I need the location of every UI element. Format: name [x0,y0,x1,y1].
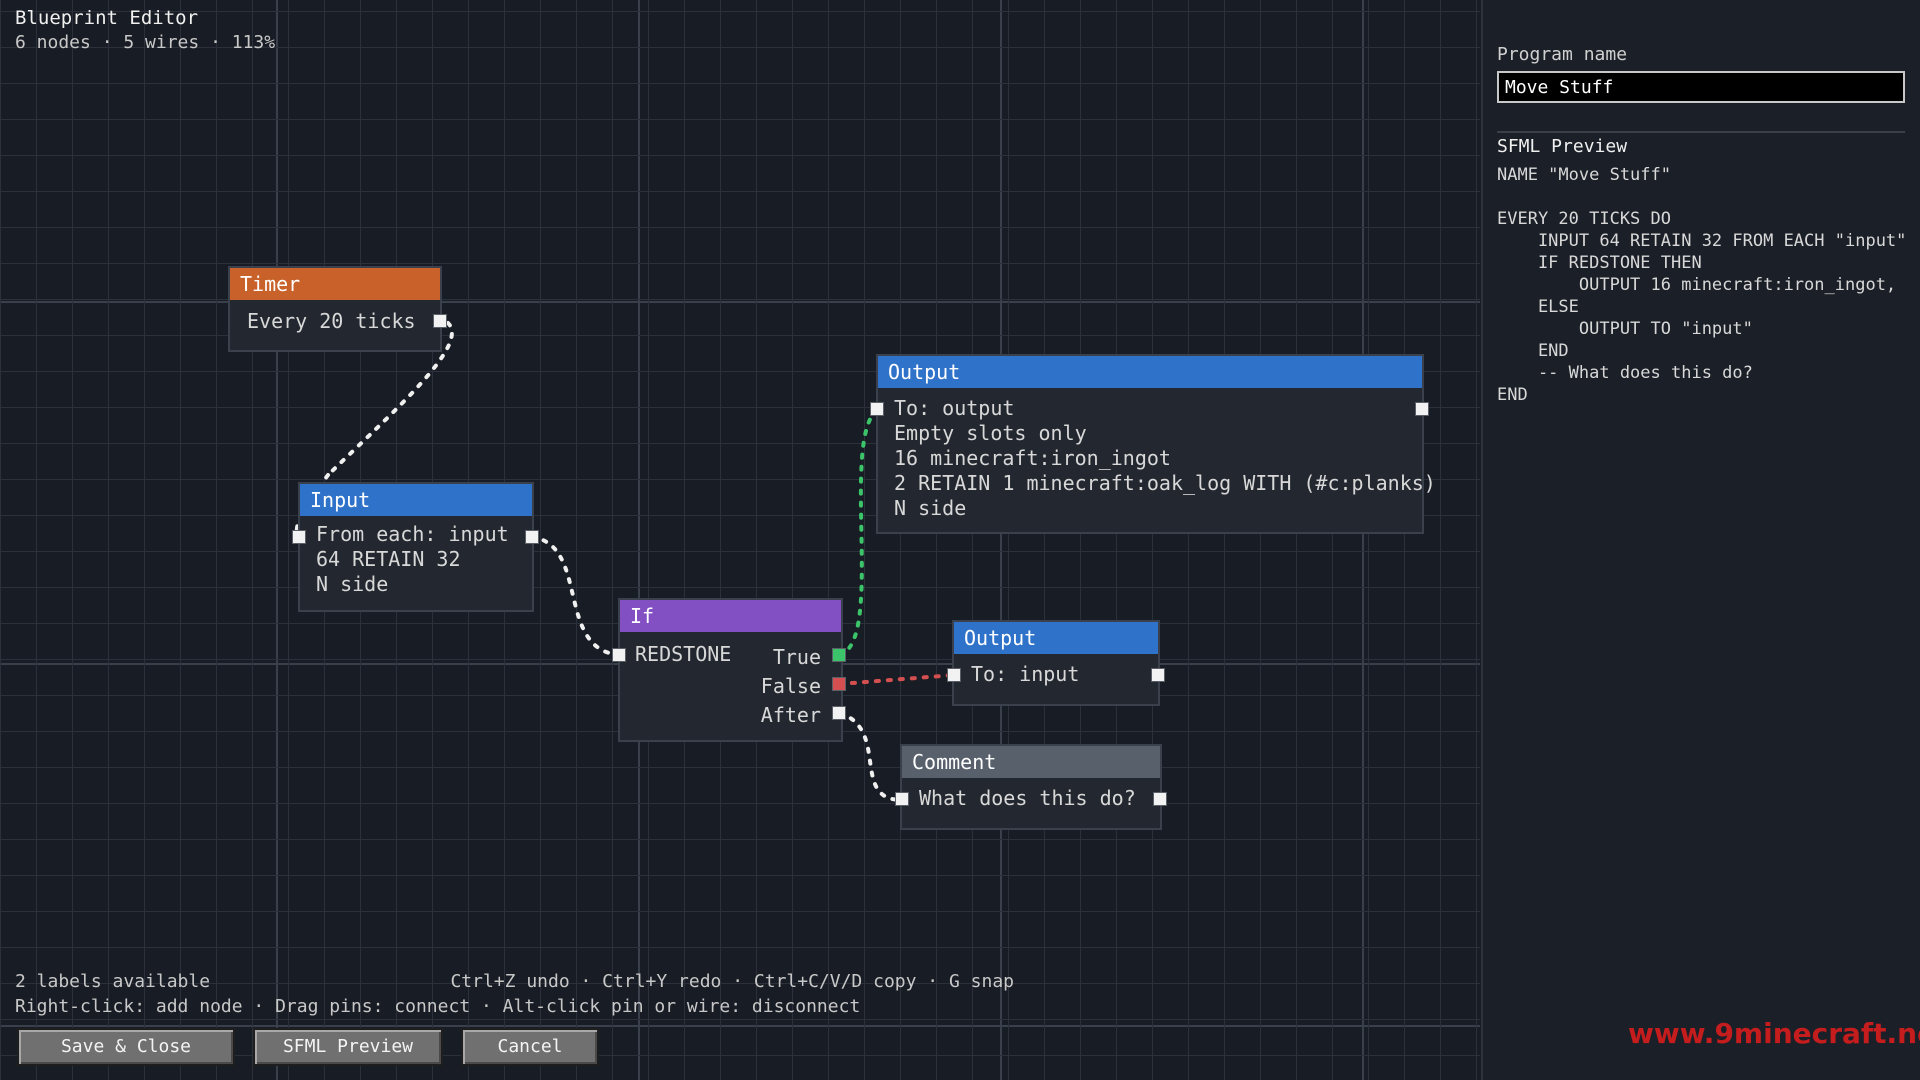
help-text: Right-click: add node · Drag pins: conne… [15,996,861,1017]
editor-title: Blueprint Editor [15,7,199,29]
output-node-main-in-pin[interactable] [870,402,884,416]
output-node-input[interactable]: Output To: input [952,620,1160,706]
output-node-main-header[interactable]: Output [878,356,1422,388]
input-node[interactable]: Input From each: input 64 RETAIN 32 N si… [298,482,534,612]
cancel-button[interactable]: Cancel [461,1028,599,1066]
output-node-input-in-pin[interactable] [947,668,961,682]
output-node-main-target: To: output [894,396,1015,420]
sfml-preview-button[interactable]: SFML Preview [253,1028,443,1066]
if-node-true-pin[interactable] [832,648,846,662]
blueprint-canvas[interactable]: Blueprint Editor 6 nodes · 5 wires · 113… [0,0,1480,1080]
if-node-header[interactable]: If [620,600,841,632]
wire-input-to-if[interactable] [530,535,622,657]
timer-node-interval: Every 20 ticks [247,309,416,333]
input-node-amount: 64 RETAIN 32 [316,547,461,571]
editor-stats: 6 nodes · 5 wires · 113% [15,32,276,53]
if-node-false-pin[interactable] [832,677,846,691]
output-node-main-filter: Empty slots only [894,421,1087,445]
wire-true-to-output[interactable] [838,408,879,657]
timer-node[interactable]: Timer Every 20 ticks [228,266,442,352]
labels-available-text: 2 labels available [15,971,211,992]
if-node-condition: REDSTONE [635,642,732,666]
output-node-main-side: N side [894,496,967,520]
shortcuts-text: Ctrl+Z undo · Ctrl+Y redo · Ctrl+C/V/D c… [450,971,1014,992]
output-node-input-out-pin[interactable] [1151,668,1165,682]
watermark: www.9minecraft.net [1628,1017,1920,1050]
comment-node-text: What does this do? [919,786,1136,810]
output-node-input-target: To: input [971,662,1080,686]
if-node-true-label: True [772,645,821,669]
comment-node-in-pin[interactable] [895,792,909,806]
output-node-main[interactable]: Output To: output Empty slots only 16 mi… [876,354,1436,534]
comment-node-header[interactable]: Comment [902,746,1160,778]
wires-layer [294,321,956,802]
sfml-preview-title: SFML Preview [1497,136,1628,157]
wire-after-to-comment[interactable] [838,711,904,802]
if-node-after-label: After [760,703,821,727]
comment-node-out-pin[interactable] [1153,792,1167,806]
output-node-main-out-pin[interactable] [1415,402,1429,416]
sfml-preview-code: NAME "Move Stuff" EVERY 20 TICKS DO INPU… [1497,165,1907,405]
sidebar: Program name SFML Preview NAME "Move Stu… [1481,0,1920,1080]
if-node-false-label: False [760,674,821,698]
program-name-input[interactable] [1497,71,1905,103]
program-name-label: Program name [1497,44,1628,65]
input-node-source: From each: input [316,522,509,546]
comment-node[interactable]: Comment What does this do? [900,744,1162,830]
output-node-main-item2: 2 RETAIN 1 minecraft:oak_log WITH (#c:pl… [894,471,1436,495]
if-node-in-pin[interactable] [612,648,626,662]
timer-output-pin[interactable] [433,314,447,328]
timer-node-header[interactable]: Timer [230,268,440,300]
save-close-button[interactable]: Save & Close [17,1028,235,1066]
input-node-side: N side [316,572,389,596]
input-node-out-pin[interactable] [525,530,539,544]
output-node-main-item1: 16 minecraft:iron_ingot [894,446,1171,470]
input-node-in-pin[interactable] [292,530,306,544]
sidebar-divider [1497,131,1905,133]
output-node-input-header[interactable]: Output [954,622,1158,654]
if-node-after-pin[interactable] [832,706,846,720]
input-node-header[interactable]: Input [300,484,532,516]
if-node[interactable]: If REDSTONE True False After [618,598,843,742]
wire-false-to-output-input[interactable] [838,673,956,686]
